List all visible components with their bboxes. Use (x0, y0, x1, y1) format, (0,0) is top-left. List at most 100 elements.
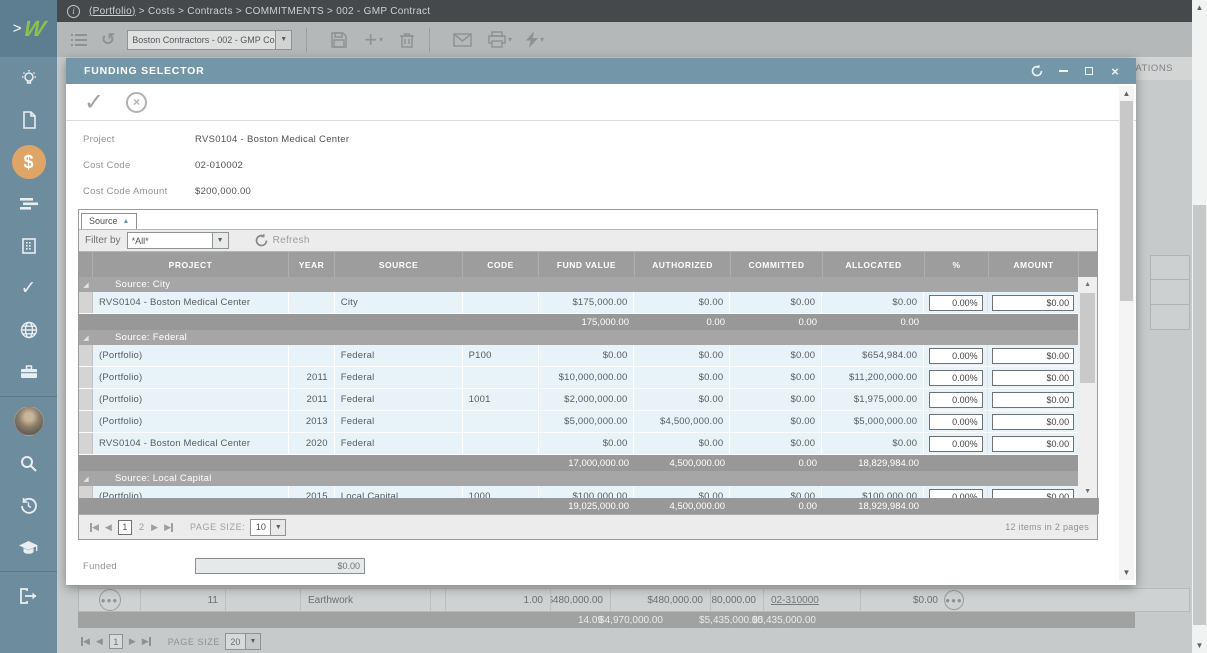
record-selector-caret[interactable]: ▼ (275, 30, 292, 50)
amount-input[interactable] (992, 489, 1074, 499)
first-page-button[interactable]: ◀ (90, 522, 99, 533)
page-size-select[interactable]: 10▼ (250, 519, 286, 536)
info-icon[interactable]: i (67, 5, 80, 18)
next-page-button[interactable]: ▶ (151, 522, 158, 533)
amount-input[interactable] (992, 348, 1074, 364)
funding-source-row[interactable]: (Portfolio)2011Federal$10,000,000.00$0.0… (79, 367, 1078, 389)
percent-input[interactable] (929, 414, 983, 430)
sidebar-item-approvals[interactable]: ✓ (0, 267, 57, 309)
amount-input[interactable] (992, 436, 1074, 452)
dialog-maximize-icon[interactable] (1082, 64, 1096, 78)
column-header-amount[interactable]: AMOUNT (989, 252, 1079, 277)
history-toolbar-icon[interactable]: ↺ (101, 30, 115, 50)
percent-input[interactable] (929, 436, 983, 452)
save-icon[interactable] (330, 31, 348, 49)
page-scrollbar[interactable]: ▲ ▼ (1192, 0, 1207, 653)
sidebar-item-logout[interactable] (0, 575, 57, 617)
page-scroll-down-icon[interactable]: ▼ (1192, 638, 1207, 653)
page-scroll-thumb[interactable] (1193, 205, 1206, 625)
funding-source-row[interactable]: (Portfolio)2011Federal1001$2,000,000.00$… (79, 389, 1078, 411)
add-caret-icon[interactable]: ▾ (379, 35, 383, 44)
percent-input[interactable] (929, 348, 983, 364)
group-by-source-chip[interactable]: Source▲ (81, 213, 137, 229)
delete-icon[interactable] (399, 31, 415, 49)
sidebar-item-web[interactable] (0, 309, 57, 351)
sidebar-item-search[interactable] (0, 442, 57, 484)
percent-input[interactable] (929, 295, 983, 311)
column-header-authorized[interactable]: AUTHORIZED (635, 252, 731, 277)
group-collapse-icon[interactable]: ◢ (79, 475, 93, 483)
sidebar-item-company[interactable] (0, 225, 57, 267)
column-header-allocated[interactable]: ALLOCATED (823, 252, 925, 277)
sidebar-item-history[interactable] (0, 484, 57, 526)
column-header-fund-value[interactable]: FUND VALUE (539, 252, 635, 277)
funded-actions-button[interactable]: ●●● (944, 590, 964, 610)
prev-page-button[interactable]: ◀ (105, 522, 112, 533)
funding-source-row[interactable]: RVS0104 - Boston Medical Center2020Feder… (79, 433, 1078, 455)
sidebar-item-training[interactable] (0, 526, 57, 568)
amount-input[interactable] (992, 414, 1074, 430)
bg-page-size-select[interactable]: 20▼ (225, 633, 261, 650)
cancel-button[interactable]: × (126, 92, 147, 113)
group-collapse-icon[interactable]: ◢ (79, 281, 93, 289)
sidebar-item-projects[interactable] (0, 351, 57, 393)
funding-source-row[interactable]: (Portfolio)2013Federal$5,000,000.00$4,50… (79, 411, 1078, 433)
percent-input[interactable] (929, 392, 983, 408)
funding-source-row[interactable]: (Portfolio)FederalP100$0.00$0.00$0.00$65… (79, 345, 1078, 367)
dialog-close-icon[interactable]: × (1108, 64, 1122, 78)
page-2-button[interactable]: 2 (139, 522, 144, 533)
grid-scroll-thumb[interactable] (1080, 293, 1095, 383)
grid-scroll-down-icon[interactable]: ▼ (1078, 484, 1097, 498)
sidebar-item-documents[interactable] (0, 99, 57, 141)
page-scroll-up-icon[interactable]: ▲ (1192, 0, 1207, 15)
amount-input[interactable] (992, 370, 1074, 386)
bg-first-page-button[interactable]: ◀ (81, 636, 90, 647)
bg-last-page-button[interactable]: ▶ (142, 636, 151, 647)
amount-input[interactable] (992, 295, 1074, 311)
funded-input[interactable] (195, 558, 365, 574)
dialog-refresh-icon[interactable] (1030, 64, 1044, 78)
sidebar-item-ideas[interactable] (0, 57, 57, 99)
row-actions-button[interactable]: ●●● (99, 589, 121, 611)
print-icon[interactable] (488, 31, 506, 48)
accept-button[interactable]: ✓ (84, 88, 104, 117)
grid-scroll-up-icon[interactable]: ▲ (1078, 277, 1097, 291)
cost-code-link[interactable]: 02-310000 (771, 595, 819, 606)
add-icon[interactable]: + (364, 27, 377, 53)
amount-input[interactable] (992, 392, 1074, 408)
column-header-committed[interactable]: COMMITTED (731, 252, 823, 277)
refresh-button[interactable]: Refresh (255, 234, 310, 247)
dialog-minimize-icon[interactable] (1056, 64, 1070, 78)
column-header-year[interactable]: YEAR (289, 252, 335, 277)
breadcrumb-portfolio-link[interactable]: (Portfolio) (89, 6, 136, 17)
column-header-source[interactable]: SOURCE (335, 252, 463, 277)
workflow-caret-icon[interactable]: ▾ (540, 35, 544, 44)
column-header-project[interactable]: PROJECT (93, 252, 289, 277)
dialog-scrollbar[interactable]: ▲ ▼ (1119, 86, 1134, 580)
bg-prev-page-button[interactable]: ◀ (96, 636, 103, 647)
column-header-code[interactable]: CODE (463, 252, 539, 277)
sidebar-item-costs[interactable]: $ (0, 141, 57, 183)
email-icon[interactable] (453, 33, 472, 47)
dialog-scroll-thumb[interactable] (1120, 101, 1133, 301)
group-collapse-icon[interactable]: ◢ (79, 334, 93, 342)
workflow-icon[interactable] (526, 31, 538, 48)
last-page-button[interactable]: ▶ (164, 522, 173, 533)
filter-select[interactable]: *All*▼ (127, 232, 229, 249)
sidebar-item-profile[interactable] (0, 400, 57, 442)
bg-current-page[interactable]: 1 (109, 634, 123, 649)
current-page[interactable]: 1 (118, 520, 132, 535)
dialog-scroll-down-icon[interactable]: ▼ (1119, 565, 1134, 580)
sidebar-item-reports[interactable] (0, 183, 57, 225)
funding-source-row[interactable]: RVS0104 - Boston Medical CenterCity$175,… (79, 292, 1078, 314)
record-selector[interactable]: Boston Contractors - 002 - GMP Cor ▼ (127, 30, 292, 50)
detail-list-icon[interactable] (70, 32, 88, 48)
dialog-scroll-up-icon[interactable]: ▲ (1119, 86, 1134, 101)
app-logo[interactable]: >W (0, 0, 57, 57)
print-caret-icon[interactable]: ▾ (508, 35, 512, 44)
percent-input[interactable] (929, 489, 983, 499)
bg-next-page-button[interactable]: ▶ (129, 636, 136, 647)
grid-scrollbar[interactable]: ▲ ▼ (1078, 277, 1097, 498)
percent-input[interactable] (929, 370, 983, 386)
column-header--[interactable]: % (925, 252, 989, 277)
